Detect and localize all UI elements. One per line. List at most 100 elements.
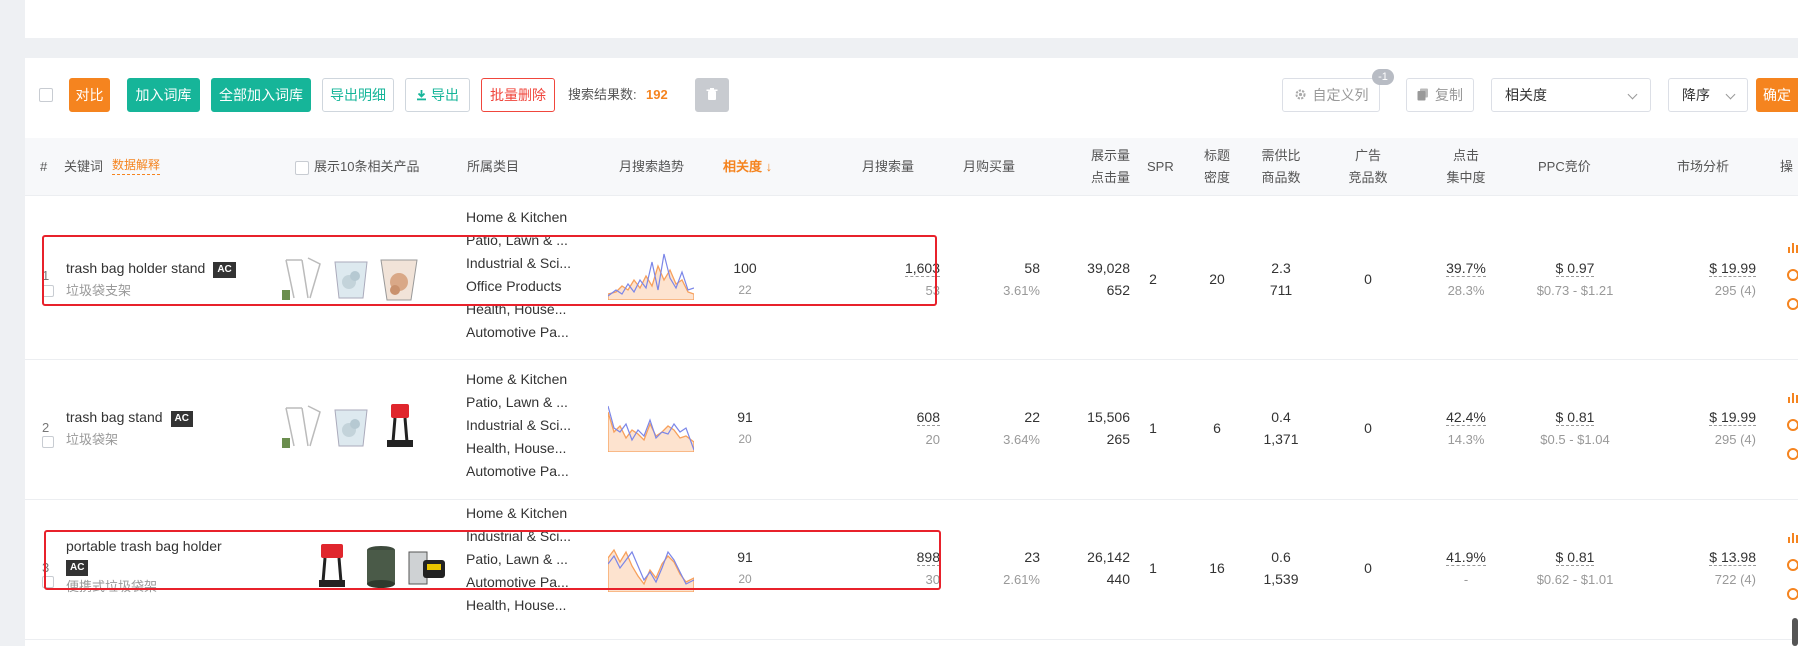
bar-chart-icon[interactable] (1787, 530, 1798, 543)
copy-button[interactable]: 复制 (1406, 78, 1474, 112)
more-icon[interactable] (1787, 269, 1798, 281)
sort-field-select[interactable]: 相关度 (1491, 78, 1651, 112)
highlight-box (44, 530, 941, 590)
col-ad-competitors-2[interactable]: 竞品数 (1344, 167, 1392, 189)
product-count-value: 1,371 (1263, 431, 1299, 447)
batch-delete-button[interactable]: 批量删除 (481, 78, 555, 112)
bar-chart-icon[interactable] (1787, 390, 1798, 403)
col-title-density-2[interactable]: 密度 (1200, 167, 1234, 189)
col-click-conc-2[interactable]: 集中度 (1442, 167, 1490, 189)
bar-chart-icon[interactable] (1787, 240, 1798, 253)
ppc-link[interactable]: $ 0.81 (1555, 409, 1595, 426)
impressions-value: 15,506 (1087, 409, 1130, 425)
confirm-button[interactable]: 确定 (1756, 78, 1798, 112)
click-concentration-link[interactable]: 42.4% (1446, 409, 1486, 426)
target-icon[interactable] (1787, 588, 1798, 600)
monthly-search-link[interactable]: 608 (916, 409, 940, 426)
market-price-link[interactable]: $ 13.98 (1709, 549, 1756, 566)
monthly-search-value[interactable]: 608 (845, 406, 940, 429)
category-item[interactable]: Health, House... (466, 594, 571, 617)
copy-icon (1417, 80, 1429, 112)
click-concentration-value[interactable]: 42.4% (1430, 406, 1502, 429)
monthly-purchase-value: 23 (1024, 549, 1040, 565)
category-item[interactable]: Home & Kitchen (466, 206, 571, 229)
target-icon[interactable] (1787, 298, 1798, 310)
spr-value: 1 (1149, 420, 1157, 436)
ppc-value[interactable]: $ 0.81 (1515, 406, 1635, 429)
col-show-products[interactable]: 展示10条相关产品 (314, 156, 419, 178)
sort-order-select[interactable]: 降序 (1668, 78, 1748, 112)
col-ppc[interactable]: PPC竞价 (1538, 156, 1591, 178)
custom-columns-button[interactable]: 自定义列 (1282, 78, 1380, 112)
col-monthly-purchase[interactable]: 月购买量 (963, 156, 1015, 178)
more-icon[interactable] (1787, 559, 1798, 571)
col-keyword[interactable]: 关键词 (64, 156, 103, 178)
keyword-translation: 垃圾袋架 (66, 432, 119, 447)
product-thumbnail[interactable] (377, 402, 421, 450)
col-clicks[interactable]: 点击量 (1088, 167, 1130, 189)
product-thumbnail[interactable] (329, 402, 373, 450)
click-concentration-value[interactable]: 39.7% (1430, 257, 1502, 280)
category-item[interactable]: Automotive Pa... (466, 321, 571, 344)
compare-button[interactable]: 对比 (69, 78, 110, 112)
ppc-value[interactable]: $ 0.97 (1515, 257, 1635, 280)
keyword-text[interactable]: trash bag stand (66, 409, 163, 425)
col-ad-competitors-1[interactable]: 广告 (1344, 145, 1392, 167)
col-impressions[interactable]: 展示量 (1088, 145, 1130, 167)
market-price[interactable]: $ 13.98 (1675, 546, 1756, 569)
row-checkbox[interactable] (42, 436, 54, 448)
market-price[interactable]: $ 19.99 (1675, 257, 1756, 280)
col-supply-ratio-2[interactable]: 商品数 (1257, 167, 1305, 189)
click-concentration-link[interactable]: 39.7% (1446, 260, 1486, 277)
more-icon[interactable] (1787, 419, 1798, 431)
monthly-purchase-rate: 3.64% (1003, 432, 1040, 447)
trash-button[interactable] (695, 78, 729, 112)
market-price-link[interactable]: $ 19.99 (1709, 409, 1756, 426)
export-detail-button[interactable]: 导出明细 (322, 78, 394, 112)
market-price[interactable]: $ 19.99 (1675, 406, 1756, 429)
trash-icon (706, 80, 718, 112)
keyword-cell: trash bag stand AC (66, 406, 193, 429)
col-relevance-sort[interactable]: 相关度 ↓ (723, 156, 772, 178)
col-click-conc-1[interactable]: 点击 (1442, 145, 1490, 167)
spr-value: 2 (1149, 271, 1157, 287)
add-lexicon-button[interactable]: 加入词库 (127, 78, 200, 112)
category-item[interactable]: Patio, Lawn & ... (466, 391, 571, 414)
col-category: 所属类目 (467, 159, 520, 174)
category-item[interactable]: Industrial & Sci... (466, 414, 571, 437)
table-row: 2 trash bag stand AC 垃圾袋架 Home & Kitchen … (25, 360, 1798, 500)
col-trend: 月搜索趋势 (619, 159, 685, 174)
export-button[interactable]: 导出 (405, 78, 470, 112)
ppc-link[interactable]: $ 0.97 (1555, 260, 1595, 277)
product-thumbnail[interactable] (280, 402, 324, 450)
vertical-scrollbar[interactable] (1792, 618, 1798, 646)
show-products-checkbox[interactable] (295, 161, 309, 175)
clicks-value: 440 (1106, 571, 1130, 587)
category-item[interactable]: Home & Kitchen (466, 368, 571, 391)
title-density-value: 20 (1209, 271, 1225, 287)
market-price-link[interactable]: $ 19.99 (1709, 260, 1756, 277)
data-explain-link[interactable]: 数据解释 (112, 156, 161, 175)
ppc-value[interactable]: $ 0.81 (1515, 546, 1635, 569)
col-spr[interactable]: SPR (1147, 156, 1174, 178)
click-concentration-sub: 28.3% (1447, 283, 1485, 298)
col-monthly-search[interactable]: 月搜索量 (862, 156, 914, 178)
category-item[interactable]: Automotive Pa... (466, 460, 571, 483)
monthly-purchase-rate: 3.61% (1003, 283, 1040, 298)
select-all-checkbox[interactable] (39, 88, 53, 102)
ppc-link[interactable]: $ 0.81 (1555, 549, 1595, 566)
category-item[interactable]: Health, House... (466, 437, 571, 460)
supply-ratio-value: 0.6 (1271, 549, 1291, 565)
target-icon[interactable] (1787, 448, 1798, 460)
relevance-sub: 20 (738, 432, 752, 446)
col-supply-ratio-1[interactable]: 需供比 (1257, 145, 1305, 167)
col-title-density-1[interactable]: 标题 (1200, 145, 1234, 167)
add-all-lexicon-button[interactable]: 全部加入词库 (211, 78, 311, 112)
click-concentration-value[interactable]: 41.9% (1430, 546, 1502, 569)
category-item[interactable]: Home & Kitchen (466, 502, 571, 525)
monthly-purchase-value: 22 (1024, 409, 1040, 425)
click-concentration-link[interactable]: 41.9% (1446, 549, 1486, 566)
market-sub: 722 (4) (1714, 572, 1756, 587)
title-density-value: 16 (1209, 560, 1225, 576)
trend-sparkline[interactable] (607, 402, 695, 453)
